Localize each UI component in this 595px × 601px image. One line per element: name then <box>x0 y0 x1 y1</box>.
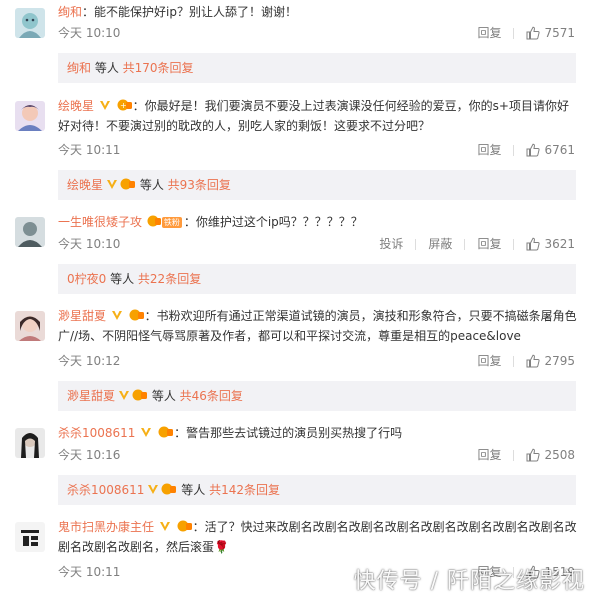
avatar[interactable] <box>15 311 45 341</box>
report-button[interactable]: 投诉 <box>379 235 403 253</box>
like-count: 2795 <box>544 354 575 368</box>
level-badge-icon <box>161 483 177 495</box>
like-button[interactable]: 3621 <box>526 235 575 253</box>
level-badge-icon <box>120 178 136 190</box>
like-count: 6761 <box>544 143 575 157</box>
reply-count-link[interactable]: 共93条回复 <box>168 178 231 192</box>
reply-summary[interactable]: 渺星甜夏 等人 共46条回复 <box>58 381 576 411</box>
reply-button[interactable]: 回复 <box>477 141 501 159</box>
comment-username[interactable]: 鬼市扫黑办康主任 <box>58 520 154 534</box>
comment-username[interactable]: 绘晚星 <box>58 99 94 113</box>
verified-v-icon <box>148 485 159 494</box>
reply-summary-text: 等人 <box>91 61 123 75</box>
like-count: 3621 <box>544 237 575 251</box>
comment-time: 今天 10:10 <box>58 237 121 251</box>
like-count: 7571 <box>544 26 575 40</box>
reply-summary-user[interactable]: 0柠夜0 <box>67 272 106 286</box>
reply-summary-text: 等人 <box>136 178 168 192</box>
comment-time: 今天 10:11 <box>58 565 121 579</box>
comment-username[interactable]: 绚和 <box>58 5 82 19</box>
level-badge-icon <box>177 520 192 532</box>
verified-v-icon <box>107 180 118 189</box>
divider <box>464 238 466 250</box>
comment-text: ：你维护过这个ip吗？？？？？？ <box>183 215 363 229</box>
level-badge-icon <box>132 389 148 401</box>
reply-summary-user[interactable]: 杀杀1008611 <box>67 483 144 497</box>
reply-summary-text: 等人 <box>106 272 138 286</box>
comment-time: 今天 10:12 <box>58 354 121 368</box>
reply-button[interactable]: 回复 <box>477 24 501 42</box>
reply-summary[interactable]: 绚和 等人 共170条回复 <box>58 53 576 83</box>
comment-time: 今天 10:11 <box>58 143 121 157</box>
level-badge-icon <box>129 309 144 321</box>
avatar[interactable] <box>15 428 45 458</box>
reply-button[interactable]: 回复 <box>477 352 501 370</box>
reply-button[interactable]: 回复 <box>477 235 501 253</box>
thumbs-up-icon <box>526 448 541 462</box>
level-badge-icon <box>147 215 161 227</box>
like-button[interactable]: 7571 <box>526 24 575 42</box>
verified-v-icon <box>159 522 170 531</box>
verified-v-icon <box>99 101 110 110</box>
fan-badge: 铁粉 <box>161 217 182 228</box>
thumbs-up-icon <box>526 26 541 40</box>
reply-summary[interactable]: 杀杀1008611 等人 共142条回复 <box>58 475 576 505</box>
reply-count-link[interactable]: 共142条回复 <box>209 483 280 497</box>
verified-v-icon <box>141 428 152 437</box>
level-badge-icon <box>158 426 174 438</box>
reply-summary-user[interactable]: 绚和 <box>67 61 91 75</box>
like-count: 2508 <box>544 448 575 462</box>
reply-summary[interactable]: 0柠夜0 等人 共22条回复 <box>58 264 576 294</box>
like-button[interactable]: 2795 <box>526 352 575 370</box>
comment-text: ：你最好是！我们要演员不要没上过表演课没任何经验的爱豆，你的s+项目请你好好对待… <box>58 99 569 133</box>
thumbs-up-icon <box>526 143 541 157</box>
reply-button[interactable]: 回复 <box>477 446 501 464</box>
reply-summary-user[interactable]: 渺星甜夏 <box>67 389 115 403</box>
comment-text: ：警告那些去试镜过的演员别买热搜了行吗 <box>174 426 403 440</box>
block-button[interactable]: 屏蔽 <box>428 235 452 253</box>
like-button[interactable]: 2508 <box>526 446 575 464</box>
divider <box>513 355 515 367</box>
divider <box>513 238 515 250</box>
svg-text:+: + <box>120 101 127 110</box>
level-badge-icon: + <box>117 99 132 111</box>
divider <box>415 238 417 250</box>
reply-count-link[interactable]: 共46条回复 <box>180 389 243 403</box>
like-button[interactable]: 6761 <box>526 141 575 159</box>
comment-username[interactable]: 一生唯很矮子攻 <box>58 215 142 229</box>
divider <box>513 449 515 461</box>
comment-time: 今天 10:16 <box>58 448 121 462</box>
reply-summary-user[interactable]: 绘晚星 <box>67 178 103 192</box>
thumbs-up-icon <box>526 237 541 251</box>
divider <box>513 27 515 39</box>
verified-v-icon <box>111 311 122 320</box>
comment-username[interactable]: 杀杀1008611 <box>58 426 135 440</box>
thumbs-up-icon <box>526 354 541 368</box>
reply-count-link[interactable]: 共22条回复 <box>138 272 201 286</box>
comment-text: ：能不能保护好ip？别让人舔了！谢谢！ <box>82 5 297 19</box>
avatar[interactable] <box>15 8 45 38</box>
watermark: 快传号 / 阡陌之缘影视 <box>353 569 585 594</box>
avatar[interactable] <box>15 217 45 247</box>
comment-time: 今天 10:10 <box>58 26 121 40</box>
reply-summary-text: 等人 <box>177 483 210 497</box>
comment-username[interactable]: 渺星甜夏 <box>58 309 106 323</box>
avatar[interactable] <box>15 101 45 131</box>
divider <box>513 144 515 156</box>
reply-summary-text: 等人 <box>148 389 180 403</box>
verified-v-icon <box>119 391 130 400</box>
reply-count-link[interactable]: 共170条回复 <box>123 61 194 75</box>
avatar[interactable] <box>15 522 45 552</box>
reply-summary[interactable]: 绘晚星 等人 共93条回复 <box>58 170 576 200</box>
